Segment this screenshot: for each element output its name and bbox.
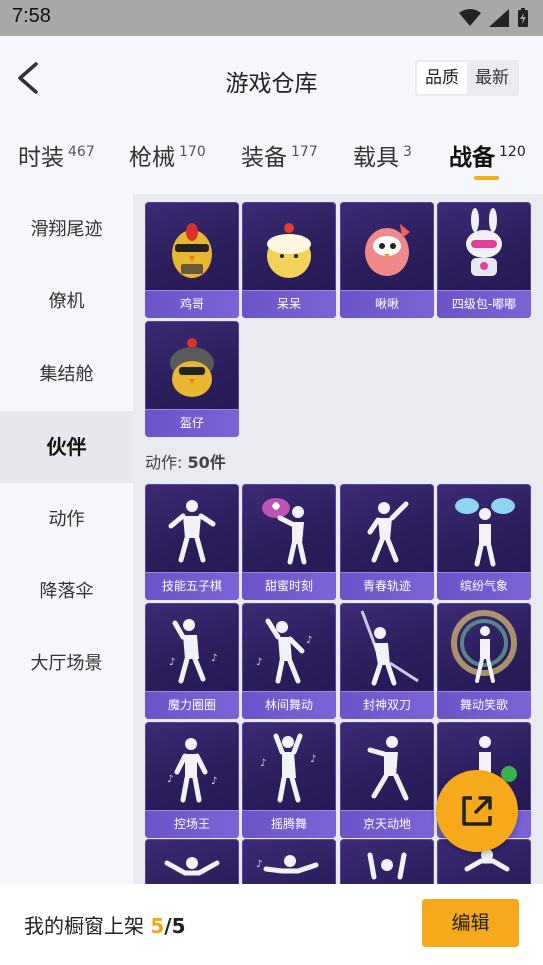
card-label: 林间舞动 [242, 691, 336, 719]
helmet-chicken-partner-icon [170, 338, 214, 397]
action-card[interactable]: 封神双刀 [340, 603, 434, 719]
sidebar-item-action[interactable]: 动作 [0, 484, 133, 556]
rabbit-robot-partner-icon [466, 208, 502, 276]
card-label: 控场王 [145, 810, 239, 838]
svg-text:♪: ♪ [306, 635, 312, 646]
action-card[interactable]: 舞动笑歌 [437, 603, 531, 719]
card-label: 盔仔 [145, 409, 239, 437]
dance-figure-icon: ♪ [256, 855, 319, 874]
status-time: 7:58 [12, 5, 51, 27]
sidebar-item-assembly-pod[interactable]: 集结舱 [0, 339, 133, 411]
svg-text:♪: ♪ [211, 776, 217, 787]
svg-text:♪: ♪ [256, 859, 262, 870]
card-label: 缤纷气象 [437, 572, 531, 600]
salute-dance-figure-icon [367, 501, 409, 563]
action-card[interactable]: ♪ ♪ 魔力圈圈 [145, 603, 239, 719]
card-label: 技能五子棋 [145, 572, 239, 600]
partner-card[interactable]: 四级包-嘟嘟 [437, 202, 531, 318]
action-card[interactable]: 技能五子棋 [145, 484, 239, 600]
card-label: 摇腾舞 [242, 810, 336, 838]
sidebar: 滑翔尾迹 僚机 集结舱 伙伴 动作 降落伞 大厅场景 [0, 194, 133, 884]
nav-header: 游戏仓库 品质 最新 [0, 36, 543, 122]
sidebar-item-wingman[interactable]: 僚机 [0, 266, 133, 338]
svg-text:♪: ♪ [211, 653, 217, 664]
chick-partner-icon [267, 223, 311, 278]
card-label: 四级包-嘟嘟 [437, 290, 531, 318]
partner-card[interactable]: 鸡哥 [145, 202, 239, 318]
action-card[interactable]: 京天动地 [340, 722, 434, 838]
card-label: 青春轨迹 [340, 572, 434, 600]
status-bar: 7:58 [0, 0, 543, 36]
tab-vehicles[interactable]: 载具 3 [353, 138, 412, 172]
sort-toggle: 品质 最新 [415, 60, 519, 96]
partner-card[interactable]: 啾啾 [340, 202, 434, 318]
action-card[interactable] [340, 839, 434, 884]
control-dance-figure-icon: ♪ ♪ [167, 738, 217, 803]
card-label: 鸡哥 [145, 290, 239, 318]
share-button[interactable] [436, 770, 518, 852]
heart-dance-figure-icon [262, 498, 307, 565]
action-card[interactable]: 青春轨迹 [340, 484, 434, 600]
card-label: 呆呆 [242, 290, 336, 318]
dance-figure-icon [168, 500, 216, 563]
svg-text:♪: ♪ [310, 754, 316, 765]
svg-text:♪: ♪ [167, 774, 173, 785]
showcase-status: 我的橱窗上架 5/5 [24, 914, 186, 938]
pink-bird-partner-icon [365, 224, 410, 276]
svg-text:♪: ♪ [169, 657, 175, 668]
showcase-bar: 我的橱窗上架 5/5 编辑 [0, 884, 543, 965]
signal-icon [489, 9, 509, 27]
wifi-icon [459, 9, 481, 26]
earthshake-figure-icon [367, 736, 409, 801]
card-label: 舞动笑歌 [437, 691, 531, 719]
tab-equipment[interactable]: 装备 177 [241, 138, 318, 172]
svg-text:♪: ♪ [260, 758, 266, 769]
card-label: 甜蜜时刻 [242, 572, 336, 600]
twin-blades-figure-icon [360, 610, 419, 686]
sort-quality-option[interactable]: 品质 [417, 62, 467, 94]
action-card[interactable] [145, 839, 239, 884]
action-card[interactable]: ♪ [242, 839, 336, 884]
action-card[interactable]: 甜蜜时刻 [242, 484, 336, 600]
dance-figure-icon [164, 857, 220, 876]
magic-circle-figure-icon: ♪ ♪ [169, 619, 217, 684]
external-link-icon [462, 796, 492, 826]
svg-text:♪: ♪ [256, 657, 262, 668]
sidebar-item-partner[interactable]: 伙伴 [0, 411, 133, 483]
sidebar-item-lobby-scene[interactable]: 大厅场景 [0, 628, 133, 700]
card-label: 魔力圈圈 [145, 691, 239, 719]
action-card[interactable]: ♪ ♪ 摇腾舞 [242, 722, 336, 838]
category-tabs: 时装 467 枪械 170 装备 177 载具 3 战备 120 [0, 122, 543, 194]
sidebar-item-parachute[interactable]: 降落伞 [0, 556, 133, 628]
active-tab-indicator [474, 176, 499, 180]
actions-section-header: 动作: 50件 [145, 453, 226, 472]
swirl-dance-figure-icon [451, 610, 517, 683]
sort-newest-option[interactable]: 最新 [467, 62, 517, 94]
forest-dance-figure-icon: ♪♪ [256, 618, 312, 684]
tab-war-gear[interactable]: 战备 120 [449, 138, 526, 172]
dance-figure-icon [367, 852, 407, 880]
card-label: 封神双刀 [340, 691, 434, 719]
tab-guns[interactable]: 枪械 170 [129, 138, 206, 172]
action-card[interactable]: ♪ ♪ 林间舞动 [242, 603, 336, 719]
action-card[interactable]: 缤纷气象 [437, 484, 531, 600]
chicken-partner-icon [172, 223, 212, 278]
battery-icon [518, 8, 528, 27]
sidebar-item-glide-trail[interactable]: 滑翔尾迹 [0, 194, 133, 266]
action-card[interactable]: ♪ ♪ 控场王 [145, 722, 239, 838]
card-label: 京天动地 [340, 810, 434, 838]
cloud-dance-figure-icon [455, 498, 515, 567]
tab-fashion[interactable]: 时装 467 [18, 138, 95, 172]
edit-button[interactable]: 编辑 [422, 899, 519, 947]
partner-card[interactable]: 呆呆 [242, 202, 336, 318]
partner-card[interactable]: 盔仔 [145, 321, 239, 437]
shake-dance-figure-icon: ♪ ♪ [260, 733, 316, 803]
card-label: 啾啾 [340, 290, 434, 318]
